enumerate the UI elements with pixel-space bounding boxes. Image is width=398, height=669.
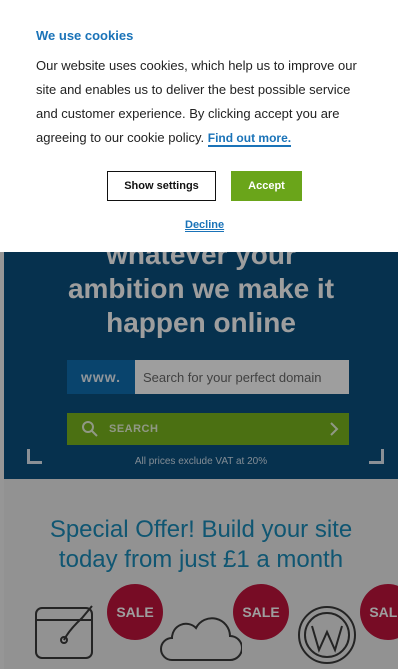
cookie-body: Our website uses cookies, which help us … xyxy=(36,54,370,150)
cookie-title: We use cookies xyxy=(36,28,134,43)
show-settings-button[interactable]: Show settings xyxy=(107,171,216,201)
cookie-banner: We use cookies Our website uses cookies,… xyxy=(0,0,398,252)
accept-button[interactable]: Accept xyxy=(231,171,302,201)
decline-link[interactable]: Decline xyxy=(185,219,225,232)
find-out-more-link[interactable]: Find out more. xyxy=(207,131,292,147)
cookie-body-text: Our website uses cookies, which help us … xyxy=(36,58,357,145)
